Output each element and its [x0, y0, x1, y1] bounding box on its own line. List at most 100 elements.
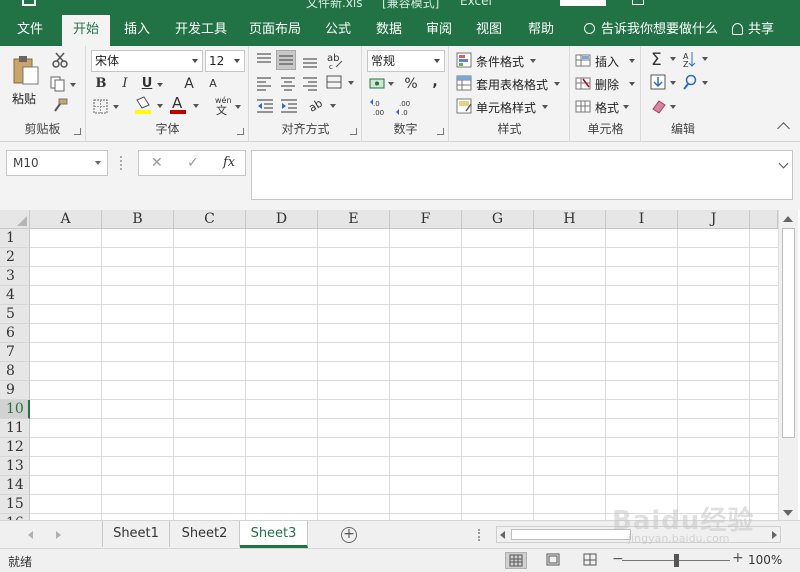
format-as-table-button[interactable]: 套用表格格式 [456, 75, 566, 93]
autosum-icon[interactable]: Σ [650, 50, 680, 71]
conditional-formatting-button[interactable]: 条件格式 [456, 52, 566, 70]
orientation-icon[interactable]: ab c [326, 50, 356, 73]
horizontal-scrollbar[interactable] [496, 526, 781, 543]
tab-review[interactable]: 审阅 [418, 15, 460, 46]
page-break-view-button[interactable] [580, 552, 602, 569]
fill-icon[interactable] [650, 74, 680, 95]
borders-icon[interactable] [93, 99, 125, 118]
tab-help[interactable]: 帮助 [520, 15, 562, 46]
tab-insert[interactable]: 插入 [116, 15, 158, 46]
column-header-i[interactable]: I [606, 210, 678, 229]
align-top-icon[interactable] [256, 52, 272, 71]
insert-function-icon[interactable]: fx [223, 151, 235, 175]
row-header-6[interactable]: 6 [0, 324, 30, 343]
row-header-11[interactable]: 11 [0, 419, 30, 438]
prev-sheet-icon[interactable] [28, 531, 33, 539]
alignment-launcher-icon[interactable] [350, 128, 357, 135]
zoom-slider-knob[interactable] [674, 554, 679, 567]
clear-icon[interactable] [650, 98, 680, 119]
underline-dropdown-icon[interactable] [157, 83, 163, 87]
expand-formula-bar-icon[interactable] [778, 158, 789, 169]
column-header-c[interactable]: C [174, 210, 246, 229]
row-header-3[interactable]: 3 [0, 267, 30, 286]
row-header-15[interactable]: 15 [0, 495, 30, 514]
decrease-decimal-icon[interactable]: .00.0 [395, 98, 415, 119]
column-header-a[interactable]: A [30, 210, 102, 229]
copy-icon[interactable] [50, 76, 78, 95]
row-header-1[interactable]: 1 [0, 229, 30, 248]
align-right-icon[interactable] [302, 76, 318, 95]
normal-view-button[interactable] [505, 552, 527, 569]
align-bottom-icon[interactable] [302, 52, 318, 71]
tab-home[interactable]: 开始 [62, 15, 110, 46]
scroll-right-icon[interactable] [772, 531, 777, 539]
percent-style-button[interactable]: % [401, 74, 421, 94]
scroll-up-icon[interactable] [783, 216, 793, 222]
align-left-icon[interactable] [256, 76, 272, 95]
column-header-d[interactable]: D [246, 210, 318, 229]
underline-button[interactable]: U [137, 74, 157, 94]
find-select-icon[interactable] [682, 74, 712, 95]
formula-bar-resize-handle[interactable] [120, 156, 122, 170]
font-name-combo[interactable]: 宋体 [91, 50, 203, 72]
vertical-scroll-thumb[interactable] [782, 228, 795, 438]
grow-font-button[interactable]: A [179, 74, 199, 94]
column-header-b[interactable]: B [102, 210, 174, 229]
tell-me-search[interactable]: 告诉我你想要做什么 [584, 15, 718, 46]
column-header-h[interactable]: H [534, 210, 606, 229]
select-all-button[interactable] [0, 210, 30, 229]
increase-indent-icon[interactable] [280, 98, 298, 117]
shrink-font-button[interactable]: A [203, 74, 223, 94]
row-header-4[interactable]: 4 [0, 286, 30, 305]
share-button[interactable]: 共享 [732, 15, 774, 46]
tab-data[interactable]: 数据 [368, 15, 410, 46]
row-header-12[interactable]: 12 [0, 438, 30, 457]
scroll-left-icon[interactable] [500, 531, 505, 539]
fill-color-icon[interactable] [133, 96, 167, 119]
delete-cells-button[interactable]: 删除 [575, 75, 639, 93]
tab-view[interactable]: 视图 [468, 15, 510, 46]
decrease-indent-icon[interactable] [256, 98, 274, 117]
column-header-g[interactable]: G [462, 210, 534, 229]
add-sheet-button[interactable]: + [341, 527, 357, 543]
cell-styles-button[interactable]: 单元格样式 [456, 98, 566, 116]
row-header-13[interactable]: 13 [0, 457, 30, 476]
row-header-14[interactable]: 14 [0, 476, 30, 495]
scroll-down-icon[interactable] [783, 510, 793, 516]
column-header-e[interactable]: E [318, 210, 390, 229]
zoom-level[interactable]: 100% [748, 553, 782, 567]
align-center-icon[interactable] [280, 76, 296, 95]
font-size-combo[interactable]: 12 [205, 50, 245, 72]
font-color-icon[interactable]: A [169, 94, 203, 119]
number-launcher-icon[interactable] [437, 128, 444, 135]
clipboard-launcher-icon[interactable] [74, 128, 81, 135]
tab-split-handle[interactable] [478, 529, 480, 541]
column-header-f[interactable]: F [390, 210, 462, 229]
enter-icon[interactable]: ✓ [187, 151, 199, 175]
quick-save-icon[interactable] [22, 0, 36, 6]
sheet-tab-sheet2[interactable]: Sheet2 [170, 521, 240, 547]
worksheet-grid[interactable]: ABCDEFGHIJ12345678910111213141516 [0, 210, 800, 520]
text-direction-icon[interactable]: ab [306, 96, 338, 117]
formula-input[interactable] [251, 150, 793, 200]
row-header-7[interactable]: 7 [0, 343, 30, 362]
phonetic-guide-icon[interactable]: wén 文 [213, 94, 245, 119]
sort-filter-icon[interactable]: AZ [682, 50, 712, 71]
paste-button[interactable]: 粘贴 [8, 52, 44, 106]
vertical-scrollbar[interactable] [778, 210, 798, 520]
sheet-tab-sheet1[interactable]: Sheet1 [102, 521, 170, 547]
accounting-format-icon[interactable] [369, 76, 395, 95]
sheet-tab-sheet3[interactable]: Sheet3 [240, 521, 308, 548]
cut-icon[interactable] [52, 52, 68, 71]
horizontal-scroll-thumb[interactable] [511, 529, 631, 540]
row-header-10[interactable]: 10 [0, 400, 30, 419]
zoom-out-button[interactable]: − [612, 551, 624, 567]
insert-cells-button[interactable]: 插入 [575, 52, 639, 70]
name-box[interactable]: M10 [6, 150, 108, 176]
cancel-icon[interactable]: ✕ [151, 151, 163, 175]
merge-center-icon[interactable] [326, 74, 356, 95]
row-header-2[interactable]: 2 [0, 248, 30, 267]
font-launcher-icon[interactable] [237, 128, 244, 135]
comma-style-button[interactable]: , [425, 72, 445, 92]
format-cells-button[interactable]: 格式 [575, 98, 639, 116]
